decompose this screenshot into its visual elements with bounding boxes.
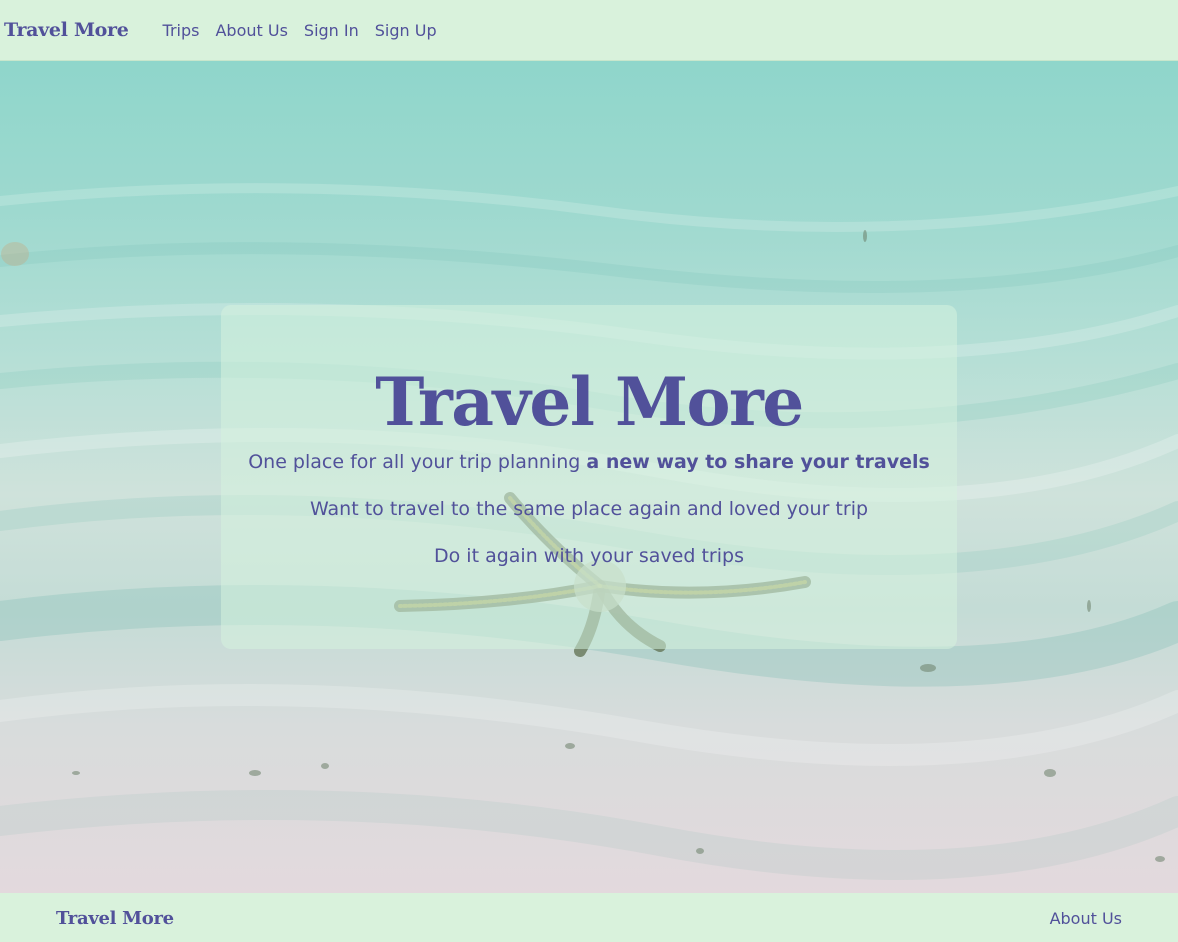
hero-description-line: Want to travel to the same place again a…	[309, 498, 869, 520]
hero-tagline-bold: a new way to share your travels	[586, 451, 930, 473]
nav-link-sign-in[interactable]: Sign In	[296, 21, 367, 40]
hero-tagline-text: One place for all your trip planning	[248, 451, 587, 473]
footer-brand-logo[interactable]: Travel More	[56, 908, 174, 929]
nav-link-about-us[interactable]: About Us	[207, 21, 295, 40]
hero-saved-trips-line: Do it again with your saved trips	[434, 545, 744, 567]
hero-section: Travel More One place for all your trip …	[0, 61, 1178, 893]
hero-title: Travel More	[375, 363, 804, 441]
navbar: Travel More Trips About Us Sign In Sign …	[0, 0, 1178, 61]
footer-link-about-us[interactable]: About Us	[1050, 909, 1122, 928]
hero-tagline: One place for all your trip planning a n…	[221, 451, 957, 473]
footer: Travel More About Us	[0, 893, 1178, 942]
nav-link-trips[interactable]: Trips	[155, 21, 208, 40]
nav-brand-logo[interactable]: Travel More	[4, 19, 129, 41]
hero-card: Travel More One place for all your trip …	[221, 305, 957, 649]
nav-link-sign-up[interactable]: Sign Up	[367, 21, 445, 40]
nav-links: Trips About Us Sign In Sign Up	[155, 21, 445, 40]
